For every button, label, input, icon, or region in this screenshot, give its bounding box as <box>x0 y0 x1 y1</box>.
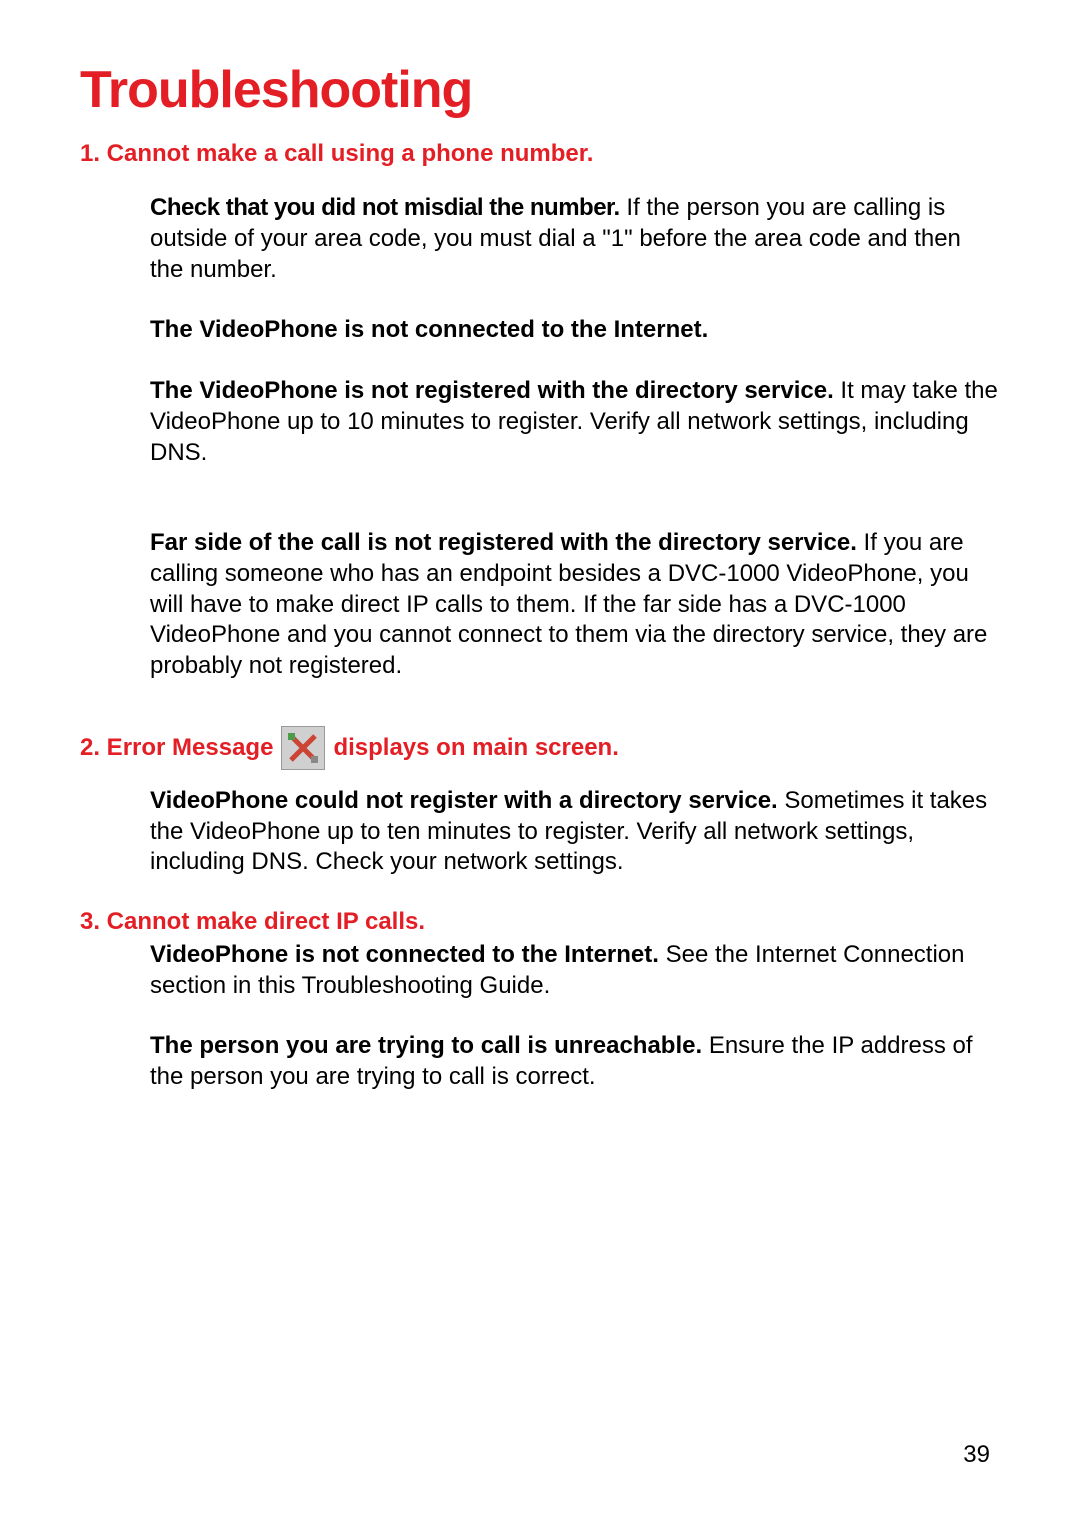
paragraph-bold: The VideoPhone is not connected to the I… <box>150 316 708 343</box>
section-2-heading-post: displays on main screen. <box>333 734 618 762</box>
section-1-body: Check that you did not misdial the numbe… <box>150 193 1000 682</box>
paragraph: The VideoPhone is not connected to the I… <box>150 315 1000 346</box>
paragraph: The person you are trying to call is unr… <box>150 1031 1000 1092</box>
paragraph: VideoPhone is not connected to the Inter… <box>150 940 1000 1001</box>
page-title: Troubleshooting <box>80 60 1000 120</box>
section-2-heading: 2. Error Message displays on main screen… <box>80 726 1000 770</box>
page-number: 39 <box>963 1441 990 1469</box>
paragraph-bold: VideoPhone is not connected to the Inter… <box>150 941 659 968</box>
paragraph-bold: Check that you did not misdial the numbe… <box>150 194 620 221</box>
section-1-heading: 1. Cannot make a call using a phone numb… <box>80 138 1000 169</box>
paragraph: Check that you did not misdial the numbe… <box>150 193 1000 285</box>
paragraph-bold: VideoPhone could not register with a dir… <box>150 787 778 814</box>
section-3-body: VideoPhone is not connected to the Inter… <box>150 940 1000 1093</box>
paragraph-bold: The VideoPhone is not registered with th… <box>150 377 834 404</box>
section-3-heading: 3. Cannot make direct IP calls. <box>80 908 1000 936</box>
paragraph: The VideoPhone is not registered with th… <box>150 376 1000 468</box>
paragraph-bold: Far side of the call is not registered w… <box>150 529 857 556</box>
section-2-heading-pre: 2. Error Message <box>80 734 273 762</box>
paragraph-bold: The person you are trying to call is unr… <box>150 1032 702 1059</box>
paragraph: VideoPhone could not register with a dir… <box>150 786 1000 878</box>
paragraph: Far side of the call is not registered w… <box>150 528 1000 682</box>
section-2-body: VideoPhone could not register with a dir… <box>150 786 1000 878</box>
error-x-icon <box>281 726 325 770</box>
